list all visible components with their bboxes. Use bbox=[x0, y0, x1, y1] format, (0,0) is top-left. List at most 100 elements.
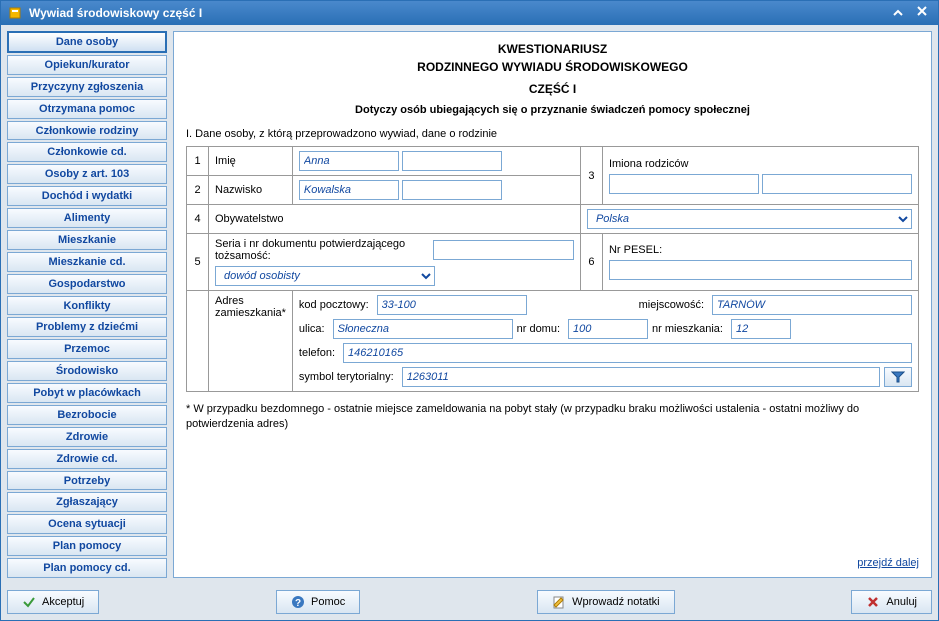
input-nrdomu[interactable] bbox=[568, 319, 648, 339]
cancel-icon bbox=[866, 595, 880, 609]
help-icon: ? bbox=[291, 595, 305, 609]
input-nazwisko-1[interactable] bbox=[299, 180, 399, 200]
sidebar-item[interactable]: Dane osoby bbox=[7, 31, 167, 53]
label-ulica: ulica: bbox=[299, 323, 325, 335]
close-button[interactable] bbox=[912, 5, 932, 21]
section-1-label: I. Dane osoby, z którą przeprowadzono wy… bbox=[186, 128, 919, 140]
help-button[interactable]: ? Pomoc bbox=[276, 590, 360, 614]
sidebar-item[interactable]: Gospodarstwo bbox=[7, 274, 167, 294]
label-dokument: Seria i nr dokumentu potwierdzającego to… bbox=[215, 238, 425, 262]
select-obywatelstwo[interactable]: Polska bbox=[587, 209, 912, 229]
input-telefon[interactable] bbox=[343, 343, 912, 363]
cell-imie-inputs bbox=[292, 147, 580, 176]
accept-button-label: Akceptuj bbox=[42, 596, 84, 608]
header-line-3: CZĘŚĆ I bbox=[186, 82, 919, 96]
label-kod: kod pocztowy: bbox=[299, 299, 369, 311]
sidebar-item[interactable]: Mieszkanie bbox=[7, 230, 167, 250]
input-miejscowosc[interactable] bbox=[712, 295, 912, 315]
sidebar-item[interactable]: Środowisko bbox=[7, 361, 167, 381]
label-symbol: symbol terytorialny: bbox=[299, 371, 394, 383]
input-nazwisko-2[interactable] bbox=[402, 180, 502, 200]
svg-text:?: ? bbox=[295, 598, 301, 609]
cell-nazwisko-inputs bbox=[292, 176, 580, 205]
help-button-label: Pomoc bbox=[311, 596, 345, 608]
sidebar-item[interactable]: Przyczyny zgłoszenia bbox=[7, 77, 167, 97]
cell-pesel: Nr PESEL: bbox=[602, 234, 918, 291]
notes-icon bbox=[552, 595, 566, 609]
sidebar-item[interactable]: Zdrowie bbox=[7, 427, 167, 447]
cell-address-fields: kod pocztowy: miejscowość: ulica: nr dom… bbox=[292, 291, 918, 392]
input-rodzic-2[interactable] bbox=[762, 174, 912, 194]
sidebar-item[interactable]: Pobyt w placówkach bbox=[7, 383, 167, 403]
label-nazwisko: Nazwisko bbox=[209, 176, 293, 205]
app-icon bbox=[7, 5, 23, 21]
sidebar-item[interactable]: Otrzymana pomoc bbox=[7, 99, 167, 119]
sidebar-item[interactable]: Przemoc bbox=[7, 339, 167, 359]
sidebar-item[interactable]: Osoby z art. 103 bbox=[7, 164, 167, 184]
label-adres: Adres zamieszkania* bbox=[209, 291, 293, 392]
input-nrmieszk[interactable] bbox=[731, 319, 791, 339]
input-imie-1[interactable] bbox=[299, 151, 399, 171]
header-line-1: KWESTIONARIUSZ bbox=[186, 42, 919, 56]
label-nrdomu: nr domu: bbox=[517, 323, 560, 335]
titlebar: Wywiad środowiskowy część I bbox=[1, 1, 938, 25]
form-table: 1 Imię 3 Imiona rodziców 2 bbox=[186, 146, 919, 392]
sidebar-item[interactable]: Bezrobocie bbox=[7, 405, 167, 425]
window-title: Wywiad środowiskowy część I bbox=[29, 6, 202, 20]
sidebar-item[interactable]: Potrzeby bbox=[7, 471, 167, 491]
sidebar-item[interactable]: Członkowie rodziny bbox=[7, 121, 167, 141]
filter-icon bbox=[891, 371, 905, 383]
input-symbol[interactable] bbox=[402, 367, 880, 387]
cancel-button[interactable]: Anuluj bbox=[851, 590, 932, 614]
next-link[interactable]: przejdź dalej bbox=[186, 547, 919, 569]
cell-num-4: 4 bbox=[187, 205, 209, 234]
input-ulica[interactable] bbox=[333, 319, 513, 339]
sidebar-item[interactable]: Zdrowie cd. bbox=[7, 449, 167, 469]
sidebar-item[interactable]: Plan pomocy cd. bbox=[7, 558, 167, 578]
sidebar-item[interactable]: Plan pomocy bbox=[7, 536, 167, 556]
sidebar: Dane osobyOpiekun/kuratorPrzyczyny zgłos… bbox=[7, 31, 167, 578]
label-imiona-rodzicow: Imiona rodziców bbox=[609, 158, 912, 170]
cell-num-2: 2 bbox=[187, 176, 209, 205]
input-dokument-nr[interactable] bbox=[433, 240, 574, 260]
header-line-4: Dotyczy osób ubiegających się o przyznan… bbox=[186, 104, 919, 116]
cell-dokument: Seria i nr dokumentu potwierdzającego to… bbox=[209, 234, 581, 291]
lookup-symbol-button[interactable] bbox=[884, 367, 912, 387]
cell-obywatelstwo-input: Polska bbox=[580, 205, 918, 234]
cell-address-num bbox=[187, 291, 209, 392]
sidebar-item[interactable]: Dochód i wydatki bbox=[7, 186, 167, 206]
input-imie-2[interactable] bbox=[402, 151, 502, 171]
cell-imiona-rodzicow: Imiona rodziców bbox=[602, 147, 918, 205]
input-pesel[interactable] bbox=[609, 260, 912, 280]
sidebar-item[interactable]: Opiekun/kurator bbox=[7, 55, 167, 75]
cancel-button-label: Anuluj bbox=[886, 596, 917, 608]
cell-num-5: 5 bbox=[187, 234, 209, 291]
check-icon bbox=[22, 595, 36, 609]
label-miejscowosc: miejscowość: bbox=[639, 299, 704, 311]
cell-num-6: 6 bbox=[580, 234, 602, 291]
sidebar-item[interactable]: Problemy z dziećmi bbox=[7, 317, 167, 337]
input-kod[interactable] bbox=[377, 295, 527, 315]
sidebar-item[interactable]: Mieszkanie cd. bbox=[7, 252, 167, 272]
cell-num-1: 1 bbox=[187, 147, 209, 176]
sidebar-item[interactable]: Alimenty bbox=[7, 208, 167, 228]
sidebar-item[interactable]: Członkowie cd. bbox=[7, 142, 167, 162]
sidebar-item[interactable]: Zgłaszający bbox=[7, 492, 167, 512]
sidebar-item[interactable]: Konflikty bbox=[7, 296, 167, 316]
label-pesel: Nr PESEL: bbox=[609, 244, 912, 256]
notes-button-label: Wprowadź notatki bbox=[572, 596, 659, 608]
window: Wywiad środowiskowy część I Dane osobyOp… bbox=[0, 0, 939, 621]
footnote: * W przypadku bezdomnego - ostatnie miej… bbox=[186, 402, 919, 433]
select-dokument-typ[interactable]: dowód osobisty bbox=[215, 266, 435, 286]
notes-button[interactable]: Wprowadź notatki bbox=[537, 590, 674, 614]
label-imie: Imię bbox=[209, 147, 293, 176]
accept-button[interactable]: Akceptuj bbox=[7, 590, 99, 614]
cell-num-3: 3 bbox=[580, 147, 602, 205]
input-rodzic-1[interactable] bbox=[609, 174, 759, 194]
maximize-button[interactable] bbox=[888, 5, 908, 21]
label-nrmieszk: nr mieszkania: bbox=[652, 323, 723, 335]
label-telefon: telefon: bbox=[299, 347, 335, 359]
sidebar-item[interactable]: Ocena sytuacji bbox=[7, 514, 167, 534]
header-line-2: RODZINNEGO WYWIADU ŚRODOWISKOWEGO bbox=[186, 60, 919, 74]
label-obywatelstwo: Obywatelstwo bbox=[209, 205, 581, 234]
